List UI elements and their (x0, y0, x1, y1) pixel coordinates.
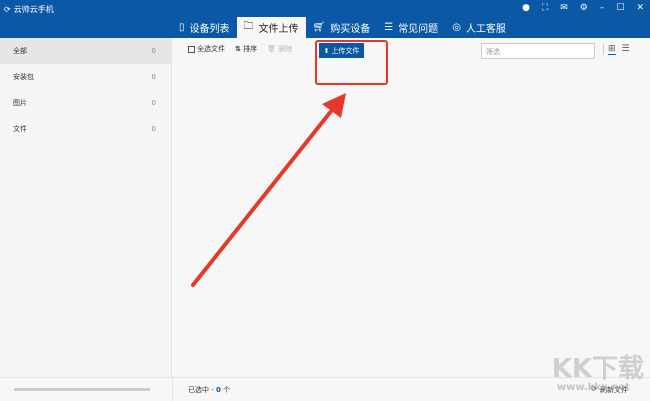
selected-count: 已选中 - 0 个 (188, 386, 231, 394)
annotation-arrow (191, 93, 346, 287)
storage-bar (14, 388, 150, 391)
watermark: KK下载 (551, 354, 644, 384)
watermark-url: www.kkx.net (556, 382, 630, 393)
